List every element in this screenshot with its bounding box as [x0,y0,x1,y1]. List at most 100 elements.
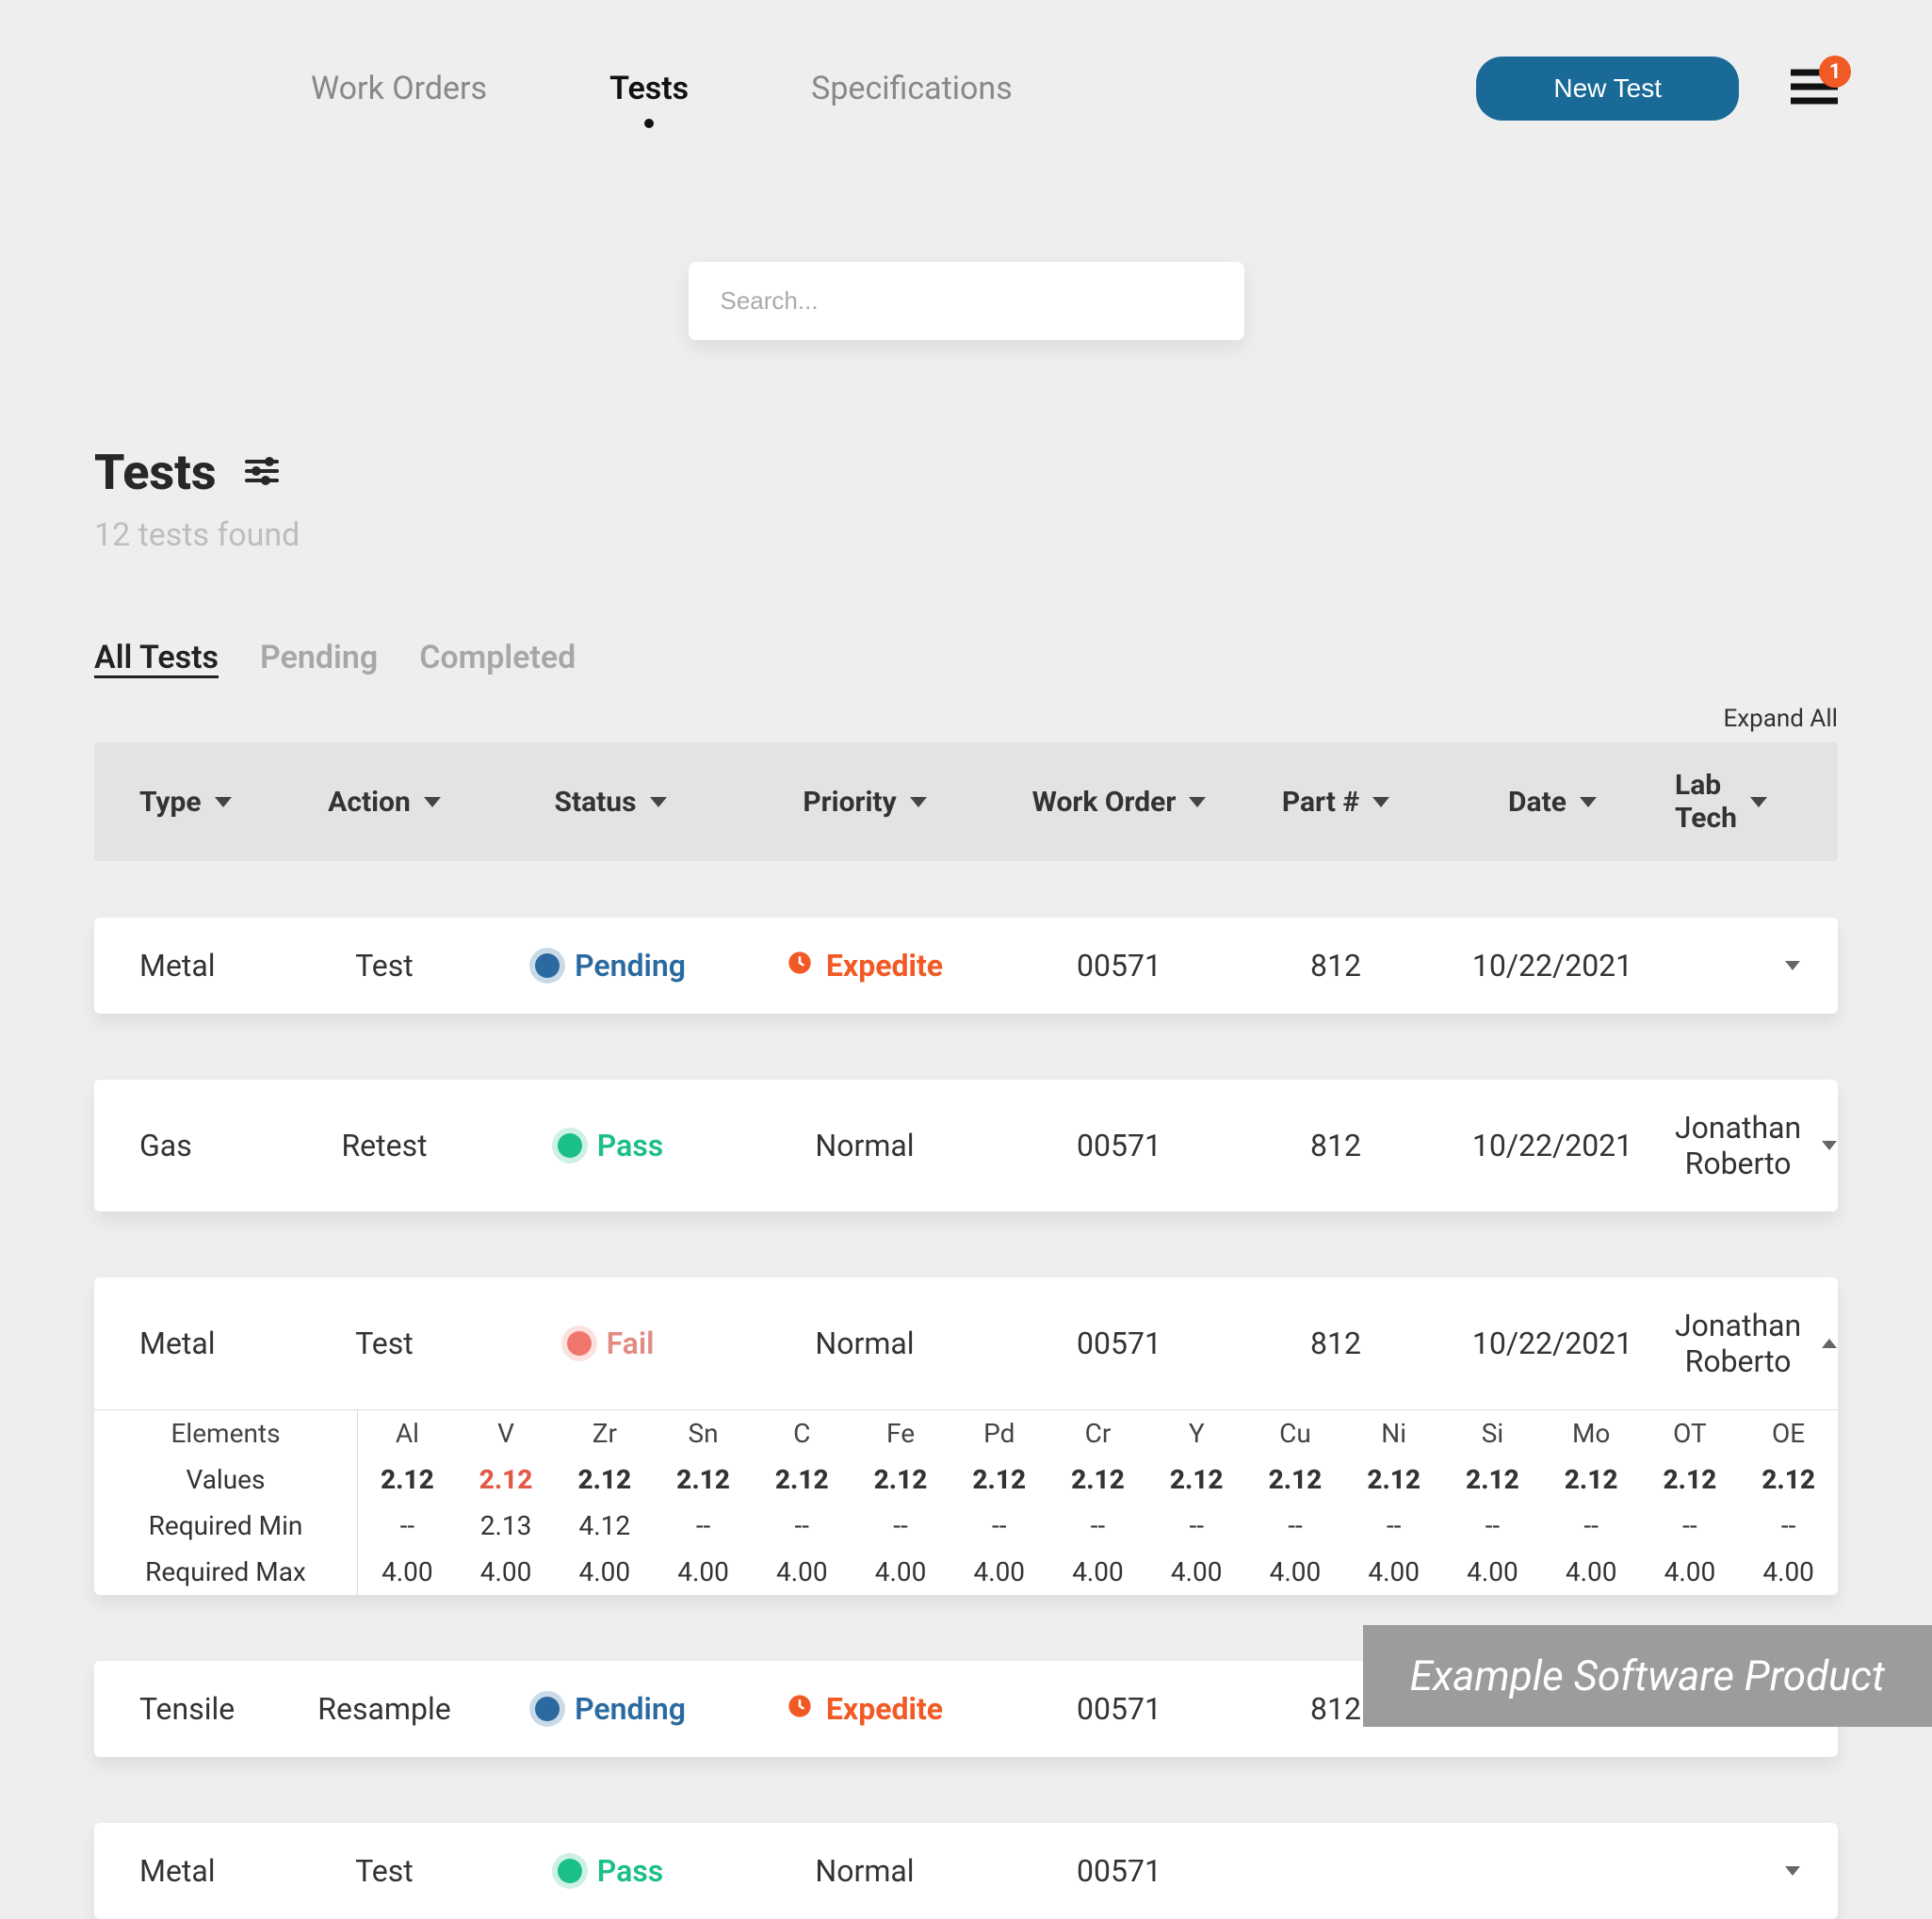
search-input[interactable] [721,286,1212,316]
search-box[interactable] [689,262,1244,340]
filter-button[interactable] [243,452,281,494]
col-action[interactable]: Action [281,786,488,819]
detail-cell: 2.12 [1147,1456,1246,1503]
caret-up-icon [1822,1339,1837,1348]
table-row[interactable]: MetalTestFailNormal0057181210/22/2021Jon… [94,1277,1838,1409]
detail-cell: C [753,1410,852,1456]
lab-tech-cell: Jonathan Roberto [1675,1308,1801,1379]
caret-down-icon [1189,797,1206,807]
work-order-cell: 00571 [997,1128,1242,1163]
type-cell: Metal [111,1853,281,1889]
filter-tab-all[interactable]: All Tests [94,639,219,676]
test-card: GasRetestPassNormal0057181210/22/2021Jon… [94,1080,1838,1212]
part-cell: 812 [1242,1325,1430,1361]
detail-cell: -- [1443,1503,1542,1549]
detail-cell: Fe [852,1410,950,1456]
menu-button[interactable]: 1 [1791,69,1838,108]
notification-badge: 1 [1819,56,1851,88]
expand-toggle[interactable] [1801,1141,1858,1150]
detail-cell: Ni [1344,1410,1443,1456]
detail-cell: 2.12 [1344,1456,1443,1503]
detail-cell: -- [1147,1503,1246,1549]
detail-cell: 2.12 [950,1456,1048,1503]
detail-cell: 4.00 [1344,1549,1443,1595]
hamburger-icon [1791,90,1838,108]
date-cell: 10/22/2021 [1430,948,1675,984]
expand-toggle[interactable] [1764,1866,1821,1876]
date-cell: 10/22/2021 [1430,1128,1675,1163]
caret-down-icon [910,797,927,807]
caret-down-icon [215,797,232,807]
work-order-cell: 00571 [997,1325,1242,1361]
detail-cell: 2.12 [1443,1456,1542,1503]
priority-cell: Expedite [733,1691,997,1727]
status-cell: Pending [488,1691,733,1727]
caret-down-icon [1372,797,1389,807]
date-cell: 10/22/2021 [1430,1325,1675,1361]
caret-down-icon [650,797,667,807]
type-cell: Tensile [111,1691,281,1727]
expand-toggle[interactable] [1764,961,1821,970]
detail-cell: Si [1443,1410,1542,1456]
detail-cell: -- [1344,1503,1443,1549]
table-header: Type Action Status Priority Work Order P… [94,742,1838,861]
col-lab-tech[interactable]: Lab Tech [1675,769,1767,835]
work-order-cell: 00571 [997,1853,1242,1889]
detail-row-label: Values [94,1456,358,1503]
detail-cell: 4.00 [358,1549,457,1595]
detail-cell: 4.00 [457,1549,556,1595]
detail-cell: 4.00 [1246,1549,1345,1595]
priority-cell: Normal [733,1325,997,1361]
tab-specifications[interactable]: Specifications [811,70,1013,107]
col-priority[interactable]: Priority [733,786,997,819]
col-type[interactable]: Type [111,786,281,819]
topbar-right: New Test 1 [1476,57,1838,121]
detail-cell: V [457,1410,556,1456]
detail-cell: 2.12 [358,1456,457,1503]
status-dot-icon [558,1133,582,1158]
type-cell: Gas [111,1128,281,1163]
expand-all-button[interactable]: Expand All [94,705,1838,733]
detail-cell: 2.13 [457,1503,556,1549]
caret-down-icon [1750,797,1767,807]
detail-cell: 2.12 [1246,1456,1345,1503]
clock-icon [787,948,813,984]
detail-cell: Al [358,1410,457,1456]
detail-cell: 2.12 [1739,1456,1838,1503]
detail-cell: Cu [1246,1410,1345,1456]
tab-tests[interactable]: Tests [609,70,689,107]
expand-toggle[interactable] [1801,1339,1858,1348]
rows-container: MetalTestPendingExpedite0057181210/22/20… [94,918,1838,1919]
table-row[interactable]: GasRetestPassNormal0057181210/22/2021Jon… [94,1080,1838,1212]
table-row[interactable]: MetalTestPendingExpedite0057181210/22/20… [94,918,1838,1014]
action-cell: Test [281,948,488,984]
col-status[interactable]: Status [488,786,733,819]
col-part[interactable]: Part # [1242,786,1430,819]
new-test-button[interactable]: New Test [1476,57,1739,121]
detail-row-label: Required Max [94,1549,358,1595]
detail-cell: -- [852,1503,950,1549]
filter-tab-completed[interactable]: Completed [419,639,576,676]
caret-down-icon [1822,1141,1837,1150]
col-date[interactable]: Date [1430,786,1675,819]
watermark: Example Software Product [1363,1625,1932,1727]
col-work-order[interactable]: Work Order [997,786,1242,819]
table-row[interactable]: MetalTestPassNormal00571 [94,1823,1838,1919]
detail-cell: -- [1246,1503,1345,1549]
filter-tab-pending[interactable]: Pending [260,639,378,676]
caret-down-icon [424,797,441,807]
test-card: MetalTestPendingExpedite0057181210/22/20… [94,918,1838,1014]
detail-cell: 4.00 [555,1549,654,1595]
test-card: MetalTestPassNormal00571 [94,1823,1838,1919]
detail-cell: Mo [1542,1410,1641,1456]
caret-down-icon [1785,961,1800,970]
clock-icon [787,1691,813,1727]
detail-cell: 4.00 [1739,1549,1838,1595]
detail-cell: 2.12 [457,1456,556,1503]
detail-row-label: Elements [94,1410,358,1456]
detail-cell: -- [358,1503,457,1549]
detail-cell: Zr [555,1410,654,1456]
detail-cell: 2.12 [1641,1456,1740,1503]
lab-tech-cell: Jonathan Roberto [1675,1110,1801,1181]
tab-work-orders[interactable]: Work Orders [311,70,487,107]
